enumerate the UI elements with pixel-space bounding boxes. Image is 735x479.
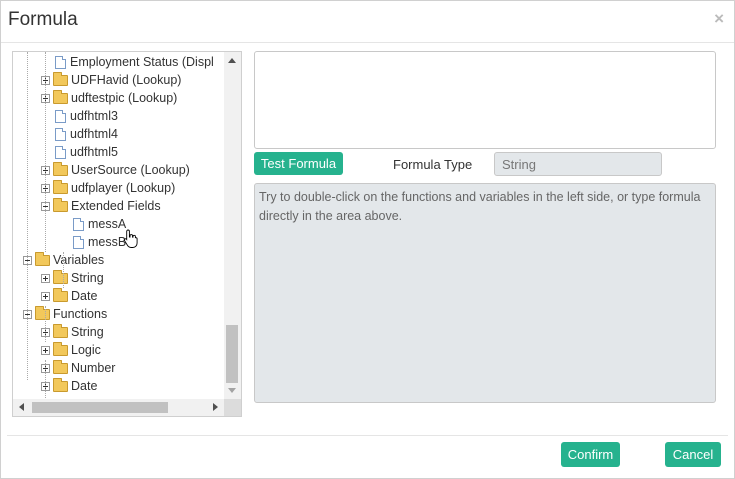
tree-node-label: UserSource (Lookup) bbox=[71, 163, 190, 177]
tree-connector bbox=[27, 52, 28, 380]
tree-leaf-node[interactable]: messB bbox=[73, 233, 126, 251]
vertical-scroll-thumb[interactable] bbox=[226, 325, 238, 383]
header-divider bbox=[1, 42, 734, 43]
tree-node-label: Functions bbox=[53, 307, 108, 321]
tree-leaf-node[interactable]: udfhtml5 bbox=[55, 143, 118, 161]
horizontal-scrollbar[interactable] bbox=[13, 399, 224, 416]
folder-icon bbox=[53, 89, 68, 104]
tree-node-label: messA bbox=[88, 217, 127, 231]
formula-type-label: Formula Type bbox=[393, 157, 473, 172]
tree-node-label: Employment Status (Displ bbox=[70, 55, 214, 69]
tree-node-label: udfhtml5 bbox=[70, 145, 118, 159]
footer-divider bbox=[7, 435, 728, 436]
scroll-down-icon[interactable] bbox=[228, 388, 236, 393]
hint-box: Try to double-click on the functions and… bbox=[254, 183, 716, 403]
folder-icon bbox=[53, 359, 68, 374]
folder-icon bbox=[53, 71, 68, 86]
scroll-right-icon[interactable] bbox=[213, 403, 218, 411]
tree-folder-node[interactable]: Logic bbox=[41, 341, 101, 359]
tree-folder-node[interactable]: Functions bbox=[23, 305, 107, 323]
folder-icon bbox=[53, 179, 68, 194]
tree-node-label: udftestpic (Lookup) bbox=[71, 91, 178, 105]
tree-leaf-node[interactable]: messA bbox=[73, 215, 126, 233]
tree-node-label: Extended Fields bbox=[71, 199, 161, 213]
tree-node-label: Logic bbox=[71, 343, 101, 357]
folder-icon bbox=[35, 251, 50, 266]
hand-cursor-icon bbox=[123, 229, 138, 248]
tree-node-label: Date bbox=[71, 289, 98, 303]
folder-icon bbox=[53, 197, 68, 212]
scroll-up-icon[interactable] bbox=[228, 58, 236, 63]
folder-icon bbox=[53, 377, 68, 392]
folder-icon bbox=[53, 341, 68, 356]
folder-icon bbox=[35, 305, 50, 320]
tree-connector bbox=[45, 360, 46, 399]
file-icon bbox=[55, 127, 66, 141]
tree-node-label: UDFHavid (Lookup) bbox=[71, 73, 182, 87]
tree-leaf-node[interactable]: udfhtml3 bbox=[55, 107, 118, 125]
folder-icon bbox=[53, 323, 68, 338]
scrollbar-corner bbox=[224, 399, 241, 416]
formula-type-field bbox=[494, 152, 662, 176]
tree-node-label: messB bbox=[88, 235, 127, 249]
expand-icon[interactable] bbox=[41, 273, 50, 283]
tree-folder-node[interactable]: Date bbox=[41, 377, 97, 395]
tree-connector bbox=[45, 52, 46, 252]
file-icon bbox=[55, 109, 66, 123]
cancel-button[interactable]: Cancel bbox=[665, 442, 721, 467]
tree-folder-node[interactable]: UserSource (Lookup) bbox=[41, 161, 190, 179]
tree-folder-node[interactable]: Number bbox=[41, 359, 115, 377]
tree-node-label: udfplayer (Lookup) bbox=[71, 181, 176, 195]
folder-icon bbox=[53, 269, 68, 284]
tree-node-label: udfhtml3 bbox=[70, 109, 118, 123]
tree-node-label: Number bbox=[71, 361, 116, 375]
test-formula-button[interactable]: Test Formula bbox=[254, 152, 343, 175]
formula-editor[interactable] bbox=[254, 51, 716, 149]
tree-folder-node[interactable]: String bbox=[41, 269, 104, 287]
formula-dialog: Formula × Employment Status (Displ UDFHav… bbox=[0, 0, 735, 479]
folder-icon bbox=[53, 287, 68, 302]
tree-connector bbox=[45, 306, 46, 342]
file-icon bbox=[73, 217, 84, 231]
scroll-left-icon[interactable] bbox=[19, 403, 24, 411]
file-icon bbox=[55, 145, 66, 159]
close-icon[interactable]: × bbox=[714, 10, 724, 28]
confirm-button[interactable]: Confirm bbox=[561, 442, 620, 467]
folder-icon bbox=[53, 161, 68, 176]
tree-node-label: String bbox=[71, 325, 104, 339]
tree-folder-node[interactable]: Extended Fields bbox=[41, 197, 161, 215]
tree-leaf-node[interactable]: Employment Status (Displ bbox=[55, 53, 214, 71]
tree-content: Employment Status (Displ UDFHavid (Lookup… bbox=[13, 52, 224, 399]
tree-folder-node[interactable]: UDFHavid (Lookup) bbox=[41, 71, 181, 89]
tree-folder-node[interactable]: udftestpic (Lookup) bbox=[41, 89, 177, 107]
dialog-title: Formula bbox=[8, 9, 78, 30]
tree-node-label: Date bbox=[71, 379, 98, 393]
tree-leaf-node[interactable]: udfhtml4 bbox=[55, 125, 118, 143]
expand-icon[interactable] bbox=[41, 291, 50, 301]
tree-folder-node[interactable]: String bbox=[41, 323, 104, 341]
tree-connector bbox=[63, 252, 64, 288]
file-icon bbox=[73, 235, 84, 249]
expand-icon[interactable] bbox=[41, 345, 50, 355]
horizontal-scroll-thumb[interactable] bbox=[32, 402, 168, 413]
file-icon bbox=[55, 55, 66, 69]
tree-folder-node[interactable]: udfplayer (Lookup) bbox=[41, 179, 175, 197]
tree-node-label: udfhtml4 bbox=[70, 127, 118, 141]
tree-node-label: Variables bbox=[53, 253, 105, 267]
vertical-scrollbar[interactable] bbox=[224, 52, 241, 399]
tree-folder-node[interactable]: Date bbox=[41, 287, 97, 305]
tree-node-label: String bbox=[71, 271, 104, 285]
